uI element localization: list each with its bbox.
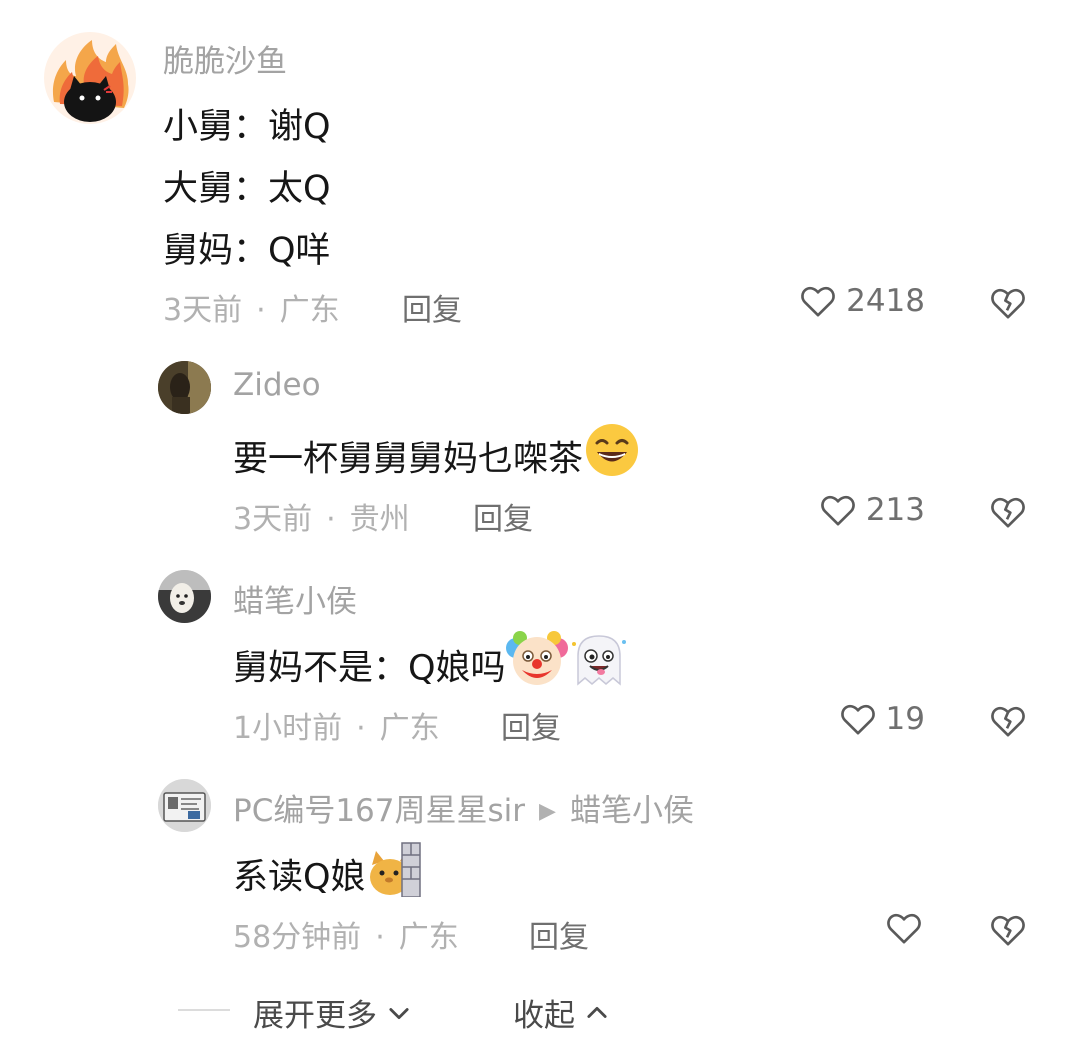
reply-button[interactable]: 回复: [473, 494, 533, 538]
like-count: 19: [885, 701, 925, 737]
footer-divider: [178, 1009, 230, 1011]
reply-text: 舅妈不是：Q娘吗: [233, 631, 630, 703]
clown-emoji-icon: [505, 631, 568, 703]
reply-time: 58分钟前: [233, 920, 362, 955]
comment-location: 广东: [279, 293, 340, 328]
reply-meta: 58分钟前 · 广东: [233, 920, 459, 955]
like-count: 2418: [846, 283, 925, 319]
reply-target-user[interactable]: 蜡笔小侯: [570, 793, 694, 829]
like-count: 213: [865, 492, 925, 528]
comment-meta: 3天前 · 广东: [163, 293, 340, 328]
reply-button[interactable]: 回复: [402, 285, 462, 329]
reply-time: 3天前: [233, 502, 313, 537]
comment-username[interactable]: 脆脆沙鱼: [163, 36, 287, 81]
comment-text-line: 舅妈：Q咩: [163, 231, 331, 271]
avatar[interactable]: [44, 32, 136, 124]
grinning-emoji-icon: [583, 424, 641, 494]
peeking-cat-wall-emoji-icon: [366, 842, 422, 912]
like-button[interactable]: 19: [838, 699, 925, 739]
reply-text-content: 舅妈不是：Q娘吗: [233, 648, 506, 689]
dislike-button[interactable]: [988, 910, 1028, 954]
heart-outline-icon: [887, 913, 921, 944]
reply-username: PC编号167周星星sir ▶ 蜡笔小侯: [233, 785, 694, 830]
heart-outline-icon: [840, 704, 875, 735]
chevron-down-icon: [389, 1007, 409, 1019]
broken-heart-icon: [991, 706, 1025, 737]
collapse-button[interactable]: 收起: [513, 990, 611, 1035]
heart-outline-icon: [801, 286, 835, 317]
reply-to-arrow-icon: ▶: [539, 799, 556, 824]
reply-username[interactable]: Zideo: [233, 367, 321, 403]
reply-text-content: 系读Q娘: [233, 857, 366, 898]
reply-text-content: 要一杯舅舅舅妈乜㗎茶: [233, 439, 584, 480]
comment-text-line: 小舅：谢Q: [163, 107, 331, 147]
reply-text: 系读Q娘: [233, 842, 422, 912]
dislike-button[interactable]: [988, 701, 1028, 745]
dislike-button[interactable]: [988, 492, 1028, 536]
avatar[interactable]: [158, 779, 211, 832]
avatar[interactable]: [158, 570, 211, 623]
dislike-button[interactable]: [988, 283, 1028, 327]
reply-time: 1小时前: [233, 711, 343, 746]
reply-button[interactable]: 回复: [501, 703, 561, 747]
comment-text-line: 大舅：太Q: [163, 169, 331, 209]
like-button[interactable]: [884, 908, 924, 948]
like-button[interactable]: 2418: [798, 281, 925, 321]
expand-more-button[interactable]: 展开更多: [253, 990, 413, 1035]
reply-username[interactable]: 蜡笔小侯: [233, 576, 357, 621]
reply-author[interactable]: PC编号167周星星sir: [233, 793, 525, 829]
ghost-emoji-icon: [568, 635, 630, 703]
reply-button[interactable]: 回复: [529, 912, 589, 956]
heart-outline-icon: [820, 495, 855, 526]
reply-meta: 3天前 · 贵州: [233, 502, 410, 537]
chevron-up-icon: [587, 1006, 607, 1018]
broken-heart-icon: [991, 497, 1025, 528]
comment-time: 3天前: [163, 293, 243, 328]
avatar[interactable]: [158, 361, 211, 414]
reply-location: 广东: [379, 711, 440, 746]
reply-location: 贵州: [349, 502, 410, 537]
collapse-label: 收起: [513, 998, 575, 1034]
like-button[interactable]: 213: [818, 490, 925, 530]
broken-heart-icon: [991, 915, 1025, 946]
reply-text: 要一杯舅舅舅妈乜㗎茶: [233, 424, 641, 494]
reply-meta: 1小时前 · 广东: [233, 711, 440, 746]
broken-heart-icon: [991, 288, 1025, 319]
expand-more-label: 展开更多: [253, 998, 377, 1034]
reply-location: 广东: [398, 920, 459, 955]
